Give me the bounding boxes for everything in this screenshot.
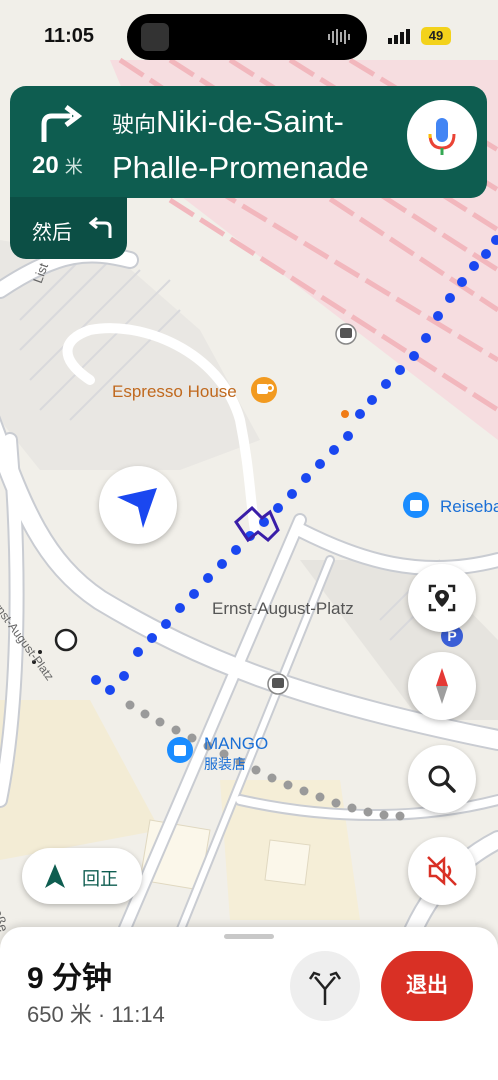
then-label: 然后 xyxy=(32,222,72,244)
destination-street: 驶向Niki-de-Saint-Phalle-Promenade xyxy=(112,104,369,185)
location-arrow-icon xyxy=(117,488,157,528)
current-location-marker[interactable] xyxy=(99,466,177,544)
next-maneuver[interactable]: 然后 xyxy=(10,197,127,259)
search-button[interactable] xyxy=(408,745,476,813)
turn-left-icon xyxy=(88,217,112,238)
lens-button[interactable] xyxy=(408,564,476,632)
recenter-button[interactable]: 回正 xyxy=(22,848,142,904)
alt-routes-icon xyxy=(308,971,342,1005)
bus-icon[interactable] xyxy=(335,323,357,345)
eta-duration: 9 分钟 xyxy=(27,962,113,995)
place-label-ernst-platz: Ernst-August-Platz xyxy=(212,599,354,618)
exit-button[interactable]: 退出 xyxy=(381,951,473,1021)
mic-icon xyxy=(428,118,456,155)
status-time: 11:05 xyxy=(44,25,95,47)
lens-icon xyxy=(428,584,456,612)
bus-icon[interactable] xyxy=(267,673,289,695)
poi-sublabel-mango: 服装店 xyxy=(204,756,246,772)
battery-icon: 49 xyxy=(421,27,451,45)
compass-button[interactable] xyxy=(408,652,476,720)
dynamic-island[interactable] xyxy=(127,14,367,60)
start-point xyxy=(54,628,78,652)
compass-icon xyxy=(436,668,448,704)
shopping-icon[interactable] xyxy=(167,737,193,763)
poi-label-reiseba[interactable]: Reiseba xyxy=(440,497,498,517)
mute-icon xyxy=(427,856,457,886)
trip-summary-sheet[interactable]: 9 分钟 650 米 · 11:14 退出 xyxy=(0,927,498,1080)
audio-wave-icon xyxy=(328,29,350,45)
recenter-arrow-icon xyxy=(45,864,65,888)
shopping-icon[interactable] xyxy=(403,492,429,518)
turn-right-icon xyxy=(41,105,83,142)
navigation-banner[interactable]: 20 米 驶向Niki-de-Saint-Phalle-Promenade xyxy=(10,86,487,198)
maneuver-distance: 20 米 xyxy=(32,152,83,179)
mute-button[interactable] xyxy=(408,837,476,905)
sheet-handle[interactable] xyxy=(224,934,274,939)
trip-distance-arrival: 650 米 · 11:14 xyxy=(27,1002,165,1027)
alternate-routes-button[interactable] xyxy=(290,951,360,1021)
recenter-label: 回正 xyxy=(82,869,118,889)
search-icon xyxy=(428,765,456,793)
poi-label-espresso[interactable]: Espresso House xyxy=(112,382,237,402)
coffee-icon[interactable] xyxy=(251,377,277,403)
signal-icon xyxy=(388,29,410,44)
album-art-icon xyxy=(141,23,169,51)
status-bar: 11:05 49 xyxy=(0,0,498,70)
voice-search-button[interactable] xyxy=(407,100,477,170)
poi-label-mango[interactable]: MANGO xyxy=(204,734,268,754)
